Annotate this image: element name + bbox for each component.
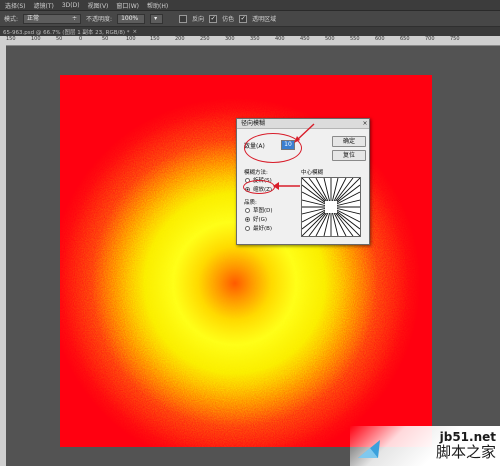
ruler-mark: 300 [225,36,235,42]
reset-button[interactable]: 复位 [332,150,366,161]
chevron-down-icon: ▾ [154,14,158,22]
quality-label: 品质: [244,200,257,206]
opacity-field[interactable]: 100% [117,13,146,24]
reverse-checkbox[interactable] [179,14,188,23]
mode-value: 正常 [27,14,40,22]
quality-good-label: 好(G) [253,217,268,223]
options-bar: 模式: 正常 ÷ 不透明度: 100% ▾ 反向 ✓ 仿色 ✓ 透明区域 [0,11,500,27]
opacity-value: 100% [121,14,139,22]
ruler-mark: 700 [425,36,435,42]
ruler-mark: 350 [250,36,260,42]
menu-3d[interactable]: 3D(D) [62,2,80,9]
menu-window[interactable]: 窗口(W) [116,1,139,10]
ruler-mark: 250 [200,36,210,42]
arrow-icon [273,182,300,190]
quality-draft-radio[interactable]: 草图(D) [245,206,273,214]
transparency-checkbox[interactable]: ✓ [239,14,248,23]
dither-checkbox[interactable]: ✓ [209,14,218,23]
watermark-area: jb51.net 脚本之家 [350,426,500,466]
mode-label: 模式: [4,16,19,23]
center-blur-preview[interactable] [301,177,361,237]
logo-icon [358,440,380,458]
ruler-mark: 550 [350,36,360,42]
horizontal-ruler: 150 100 50 0 50 100 150 200 250 300 350 … [0,36,500,46]
ruler-mark: 650 [400,36,410,42]
menu-help[interactable]: 帮助(H) [147,1,168,10]
ruler-mark: 50 [102,36,109,42]
dialog-title: 径向模糊 [241,120,266,127]
ruler-mark: 100 [126,36,136,42]
quality-good-radio[interactable]: 好(G) [245,215,267,223]
menu-view[interactable]: 视图(V) [88,1,109,10]
document-tab-title[interactable]: 65-963.psd @ 66.7% (图层 1 副本 23, RGB/8) * [3,28,130,36]
ruler-mark: 200 [175,36,185,42]
radio-dot [245,225,250,231]
menu-select[interactable]: 选择(S) [5,1,26,10]
ruler-mark: 0 [79,36,83,42]
ruler-mark: 50 [56,36,63,42]
opacity-label: 不透明度: [86,16,113,23]
menu-filter[interactable]: 滤镜(T) [34,1,54,10]
dither-label: 仿色 [222,16,235,23]
quality-best-label: 最好(B) [253,226,273,232]
quality-draft-label: 草图(D) [253,208,273,214]
ruler-mark: 150 [6,36,16,42]
close-icon[interactable]: × [361,119,369,128]
opacity-slider-toggle[interactable]: ▾ [150,13,164,24]
menu-bar: 选择(S) 滤镜(T) 3D(D) 视图(V) 窗口(W) 帮助(H) [0,0,500,11]
ruler-mark: 400 [275,36,285,42]
reverse-label: 反向 [192,16,205,23]
quality-best-radio[interactable]: 最好(B) [245,224,272,232]
transparency-label: 透明区域 [252,16,277,23]
radio-dot [245,207,250,213]
center-blur-label: 中心模糊 [301,170,324,176]
ruler-mark: 600 [375,36,385,42]
mode-dropdown[interactable]: 正常 ÷ [23,13,82,24]
blur-method-label: 模糊方法: [244,170,268,176]
ruler-mark: 500 [325,36,335,42]
document-tab-bar: 65-963.psd @ 66.7% (图层 1 副本 23, RGB/8) *… [0,27,500,36]
ruler-mark: 150 [150,36,160,42]
ok-button[interactable]: 确定 [332,136,366,147]
radio-dot [245,216,250,222]
arrow-icon [294,123,315,143]
vertical-ruler [0,45,6,466]
ruler-mark: 100 [31,36,41,42]
zoom-blur-preview-icon [301,177,361,237]
watermark-name: 脚本之家 [435,443,496,461]
ruler-mark: 450 [300,36,310,42]
close-icon[interactable]: × [133,29,138,35]
ruler-mark: 750 [450,36,460,42]
chevron-down-icon: ÷ [72,14,78,22]
